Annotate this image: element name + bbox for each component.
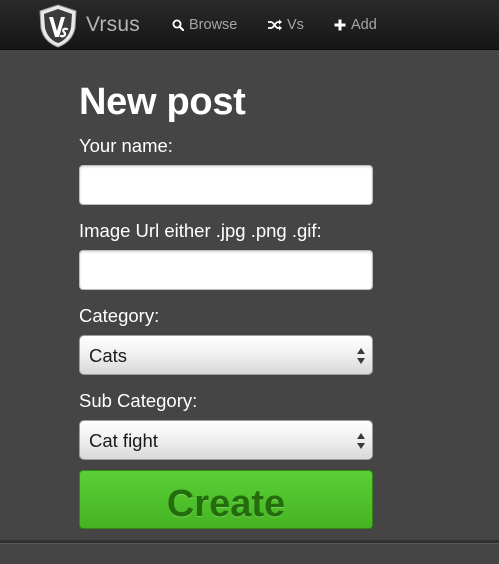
- select-arrows-icon: [357, 433, 365, 449]
- shuffle-icon: [268, 19, 282, 31]
- nav-add[interactable]: Add: [334, 16, 377, 34]
- name-input[interactable]: [79, 165, 373, 205]
- nav-vs[interactable]: Vs: [268, 16, 304, 34]
- image-url-label: Image Url either .jpg .png .gif:: [79, 220, 322, 241]
- subcategory-label: Sub Category:: [79, 390, 198, 411]
- footer-divider: [0, 540, 499, 544]
- category-label: Category:: [79, 305, 160, 326]
- category-select-value: Cats: [89, 345, 128, 366]
- image-url-input[interactable]: [79, 250, 373, 290]
- vrsus-shield-logo-icon[interactable]: [38, 4, 78, 48]
- nav-browse-label: Browse: [189, 17, 238, 33]
- page-title: New post: [79, 81, 246, 123]
- subcategory-select[interactable]: Cat fight: [79, 420, 373, 460]
- nav-vs-label: Vs: [287, 17, 304, 33]
- nav-browse[interactable]: Browse: [172, 16, 237, 34]
- plus-icon: [334, 19, 346, 31]
- select-arrows-icon: [357, 348, 365, 364]
- name-label: Your name:: [79, 135, 173, 156]
- nav-add-label: Add: [351, 17, 377, 33]
- create-button[interactable]: Create: [79, 470, 373, 529]
- navbar: Vrsus Browse Vs Add: [0, 0, 499, 50]
- brand-name[interactable]: Vrsus: [86, 12, 140, 38]
- subcategory-select-value: Cat fight: [89, 430, 158, 451]
- search-icon: [172, 19, 184, 31]
- category-select[interactable]: Cats: [79, 335, 373, 375]
